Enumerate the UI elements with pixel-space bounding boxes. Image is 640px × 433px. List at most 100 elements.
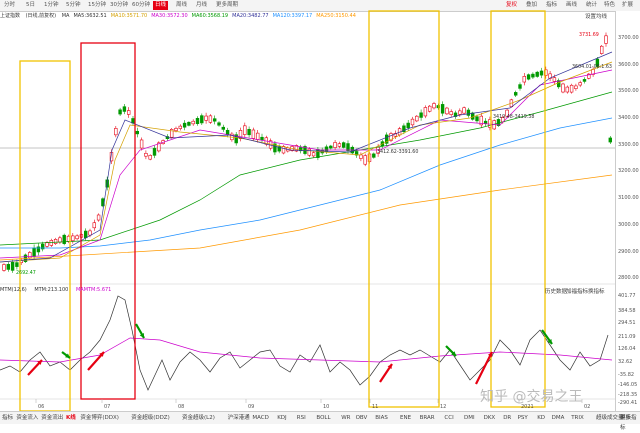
- add-indicator-button[interactable]: 加福指标: [566, 287, 588, 295]
- indicator-tab[interactable]: RSI: [297, 413, 306, 423]
- candle-body: [522, 76, 527, 83]
- candle-body: [122, 106, 127, 112]
- candle-body: [62, 234, 66, 244]
- history-data-button[interactable]: 历史数据: [545, 287, 567, 295]
- candle-body: [419, 112, 423, 118]
- indicator-tab[interactable]: DMA: [552, 413, 565, 423]
- candle-body: [208, 115, 213, 123]
- time-axis-label: 02: [584, 404, 590, 410]
- candle-body: [84, 230, 88, 239]
- watermark: 知乎 @交易之王: [480, 389, 583, 405]
- candle-body: [337, 143, 342, 147]
- candle-body: [96, 214, 101, 221]
- candle-body: [445, 107, 449, 115]
- candle-body: [251, 129, 256, 139]
- indicator-tab[interactable]: BIAS: [375, 413, 388, 423]
- indicator-tab[interactable]: ENE: [400, 413, 411, 423]
- indicator-tab[interactable]: K线: [66, 413, 76, 423]
- indicator-tab[interactable]: 指标: [2, 413, 13, 423]
- candle-body: [221, 126, 225, 130]
- candle-body: [423, 107, 428, 117]
- candle-body: [449, 111, 453, 115]
- indicator-tab[interactable]: TRIX: [571, 413, 584, 423]
- switch-indicator-button[interactable]: 换指标: [588, 287, 605, 295]
- indicator-tab[interactable]: MACD: [252, 413, 269, 423]
- candle-body: [187, 121, 191, 126]
- indicator-tab[interactable]: BOLL: [316, 413, 330, 423]
- candle-body: [513, 92, 518, 96]
- price-axis-label: 3700.00: [618, 35, 639, 41]
- red-highlight-box: [80, 42, 136, 400]
- indicator-tab[interactable]: DR: [503, 413, 511, 423]
- candle-body: [148, 155, 152, 160]
- indicator-tab[interactable]: 资金流出: [41, 413, 63, 423]
- candle-body: [118, 109, 122, 115]
- mtm-line: [0, 295, 609, 391]
- candle-body: [475, 116, 479, 122]
- indicator-tab[interactable]: OBV: [356, 413, 368, 423]
- candle-body: [333, 142, 337, 148]
- candle-body: [58, 237, 62, 243]
- candle-body: [217, 122, 221, 126]
- indicator-axis-label: 211.09: [618, 334, 636, 340]
- candle-body: [470, 112, 475, 120]
- ma-line: [0, 174, 613, 261]
- candle-body: [574, 85, 578, 89]
- price-annotation: 3731.69: [579, 32, 599, 38]
- candle-body: [359, 154, 363, 159]
- candle-body: [28, 252, 32, 259]
- candle-body: [427, 105, 432, 112]
- yellow-highlight-box: [368, 10, 440, 408]
- time-axis-label: 09: [248, 404, 254, 410]
- time-axis-label: 08: [178, 404, 184, 410]
- candle-body: [182, 122, 187, 128]
- yellow-highlight-box: [490, 10, 546, 408]
- indicator-axis-label: 401.77: [618, 293, 636, 299]
- indicator-tab[interactable]: 资金博弈(DDX): [80, 413, 119, 423]
- indicator-tab[interactable]: 资金超级(DDZ): [131, 413, 170, 423]
- candle-body: [75, 235, 79, 240]
- candle-body: [599, 45, 604, 54]
- indicator-header: MTM(12,6) MTM:213.100 MAMTM:5.671: [0, 286, 615, 295]
- indicator-tab[interactable]: KDJ: [277, 413, 286, 423]
- indicator-tab[interactable]: 沪深港通: [228, 413, 250, 423]
- candle-body: [53, 239, 58, 244]
- price-axis-label: 2900.00: [618, 249, 639, 255]
- candle-body: [526, 74, 531, 80]
- indicator-axis-label: 294.51: [618, 320, 636, 326]
- indicator-tab[interactable]: KD: [537, 413, 545, 423]
- candle-body: [15, 262, 19, 267]
- candle-body: [569, 84, 574, 93]
- candle-body: [341, 142, 346, 148]
- candle-body: [552, 77, 557, 82]
- candle-body: [307, 148, 311, 156]
- price-axis-label: 3500.00: [618, 88, 639, 94]
- price-axis-label: 3100.00: [618, 195, 639, 201]
- menu-extend[interactable]: 扩展: [622, 1, 633, 10]
- candle-body: [49, 240, 54, 246]
- candle-body: [2, 264, 6, 271]
- candle-body: [139, 139, 144, 149]
- price-axis-label: 3400.00: [618, 115, 639, 121]
- indicator-tab[interactable]: CCI: [444, 413, 453, 423]
- indicator-tab[interactable]: BRAR: [420, 413, 435, 423]
- indicator-tab[interactable]: WR: [341, 413, 350, 423]
- indicator-axis-label: 384.58: [618, 308, 636, 314]
- indicator-tab[interactable]: PSY: [518, 413, 528, 423]
- indicator-axis-label: 32.62: [618, 359, 633, 365]
- indicator-tab[interactable]: 资金流入: [16, 413, 38, 423]
- kline-chart[interactable]: 3731.69 3604.01-06:1.63 3419.48-3419.38 341…: [0, 0, 615, 411]
- price-annotation: 3419.48-3419.38: [493, 114, 534, 120]
- indicator-tab[interactable]: DKX: [484, 413, 496, 423]
- indicator-tab[interactable]: DMI: [464, 413, 475, 423]
- indicator-tab[interactable]: 资金超级(L2): [182, 413, 215, 423]
- candle-body: [539, 70, 544, 76]
- candle-body: [372, 153, 376, 158]
- indicator-axis-label: -218.35: [618, 392, 638, 398]
- ma-line: [0, 69, 613, 259]
- mtm-title: MTM(12,6): [0, 287, 27, 293]
- indicator-tab[interactable]: 模板: [620, 413, 631, 423]
- candle-body: [604, 35, 608, 44]
- candle-body: [415, 115, 419, 122]
- candle-body: [311, 152, 316, 157]
